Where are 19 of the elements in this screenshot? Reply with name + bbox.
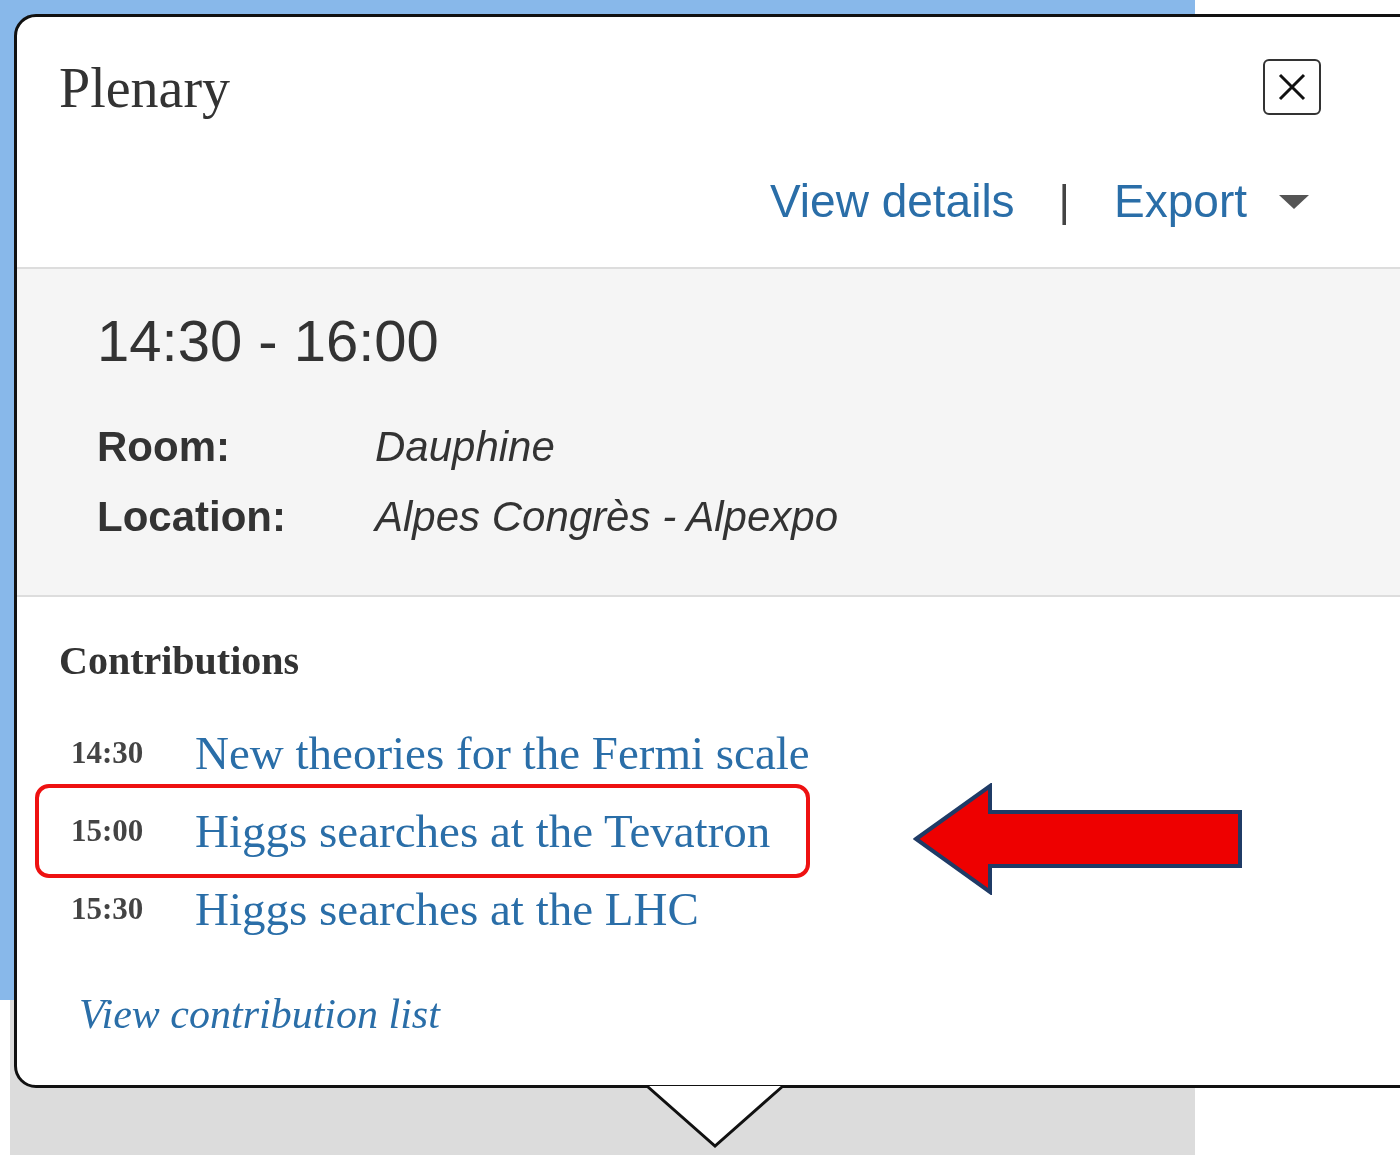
contribution-time: 15:00 — [71, 813, 145, 849]
popup-title: Plenary — [59, 56, 231, 121]
contributions-heading: Contributions — [59, 637, 301, 684]
separator: | — [1058, 176, 1071, 227]
detail-value: Alpes Congrès - Alpexpo — [375, 492, 839, 542]
close-button[interactable] — [1263, 59, 1321, 115]
detail-label: Location: — [97, 492, 287, 542]
contribution-list-link[interactable]: View contribution list — [79, 990, 1400, 1038]
detail-value: Dauphine — [375, 422, 555, 472]
contribution-link[interactable]: Higgs searches at the Tevatron — [195, 804, 771, 858]
view-details-link[interactable]: View details — [770, 174, 1015, 229]
contribution-link[interactable]: New theories for the Fermi scale — [195, 726, 810, 780]
contribution-link[interactable]: Higgs searches at the LHC — [195, 882, 699, 936]
export-dropdown[interactable]: Export — [1114, 174, 1311, 229]
contribution-time: 15:30 — [71, 891, 145, 927]
time-range: 14:30 - 16:00 — [97, 307, 440, 374]
contribution-time: 14:30 — [71, 735, 145, 771]
arrow-icon — [913, 783, 1243, 895]
detail-label: Room: — [97, 422, 231, 472]
